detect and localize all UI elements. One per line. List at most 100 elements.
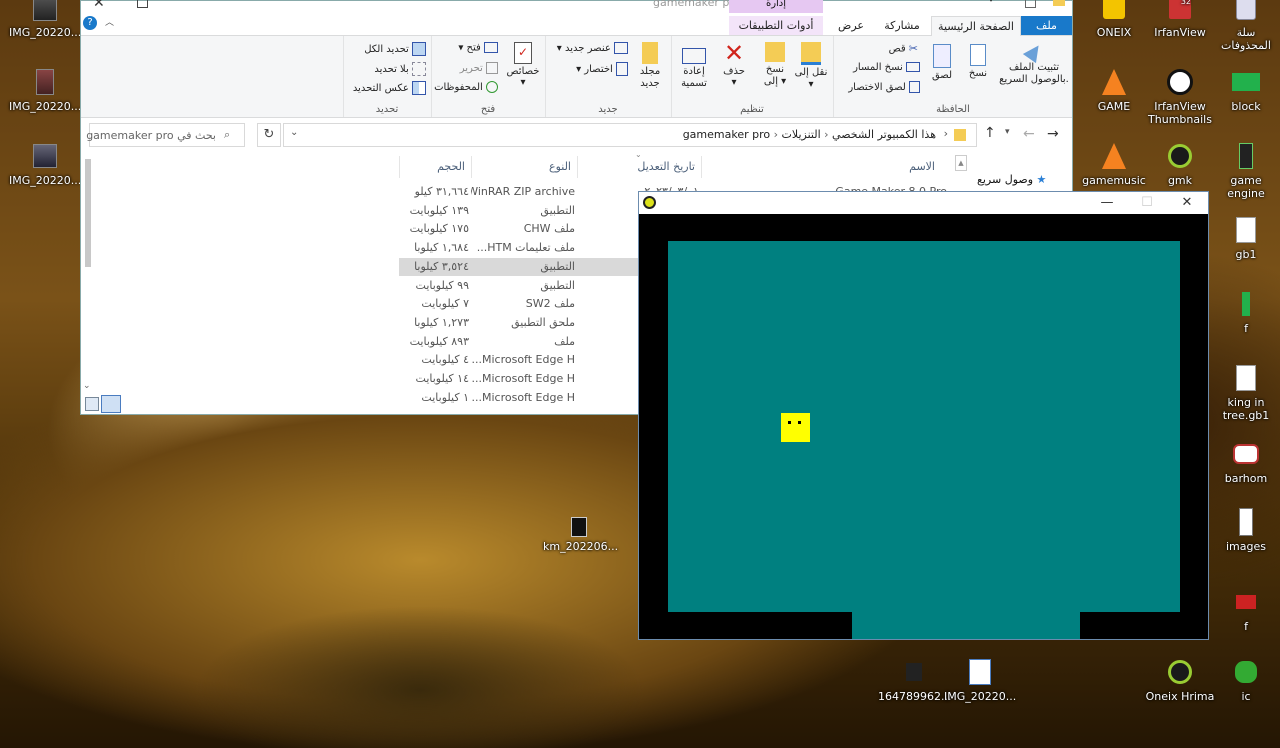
qat-folder-icon[interactable] bbox=[1053, 0, 1065, 6]
qat-properties-icon[interactable] bbox=[1025, 0, 1036, 8]
open-group: ✓ خصائص ▾ فتح ▾ تحرير المحفوظات فتح bbox=[431, 36, 544, 117]
desktop-icon[interactable]: images bbox=[1210, 506, 1280, 553]
column-header-date[interactable]: تاريخ التعديل bbox=[577, 156, 701, 178]
refresh-button[interactable]: ↻ bbox=[257, 123, 281, 147]
desktop-icon[interactable]: IMG_20220... bbox=[9, 140, 81, 187]
desktop-icon[interactable]: f bbox=[1210, 586, 1280, 633]
desktop-icon[interactable]: ONEIX bbox=[1078, 0, 1150, 39]
desktop-icon[interactable]: IMG_20220... bbox=[9, 0, 81, 39]
move-to-button[interactable]: نقل إلى ▾ bbox=[794, 42, 828, 91]
invert-selection-button[interactable]: عكس التحديد bbox=[353, 81, 426, 95]
breadcrumb-item[interactable]: هذا الكمبيوتر الشخصي bbox=[832, 128, 936, 141]
address-dropdown-icon[interactable]: ⌄ bbox=[290, 127, 298, 138]
close-button[interactable]: ✕ bbox=[1167, 192, 1207, 214]
desktop-icon[interactable]: ic bbox=[1210, 656, 1280, 703]
desktop-icon[interactable]: gmk bbox=[1144, 140, 1216, 187]
maximize-button[interactable]: ☐ bbox=[1127, 192, 1167, 214]
column-header-size[interactable]: الحجم bbox=[399, 156, 471, 178]
tab-view[interactable]: عرض bbox=[829, 16, 873, 35]
search-input[interactable]: ⌕ بحث في gamemaker pro bbox=[86, 123, 245, 147]
window-title: gamemaker pro bbox=[653, 0, 741, 9]
breadcrumb-item[interactable]: التنزيلات bbox=[782, 128, 821, 141]
ribbon-collapse-icon[interactable]: ︿ bbox=[105, 15, 114, 28]
preview-scrollbar[interactable] bbox=[85, 159, 91, 267]
copy-button[interactable]: نسخ bbox=[960, 44, 996, 79]
file-type: التطبيق bbox=[540, 259, 575, 273]
desktop-icon[interactable]: سلة المحذوفات bbox=[1210, 0, 1280, 52]
new-item-button[interactable]: عنصر جديد ▾ bbox=[557, 42, 628, 54]
help-icon[interactable]: ? bbox=[83, 16, 97, 30]
desktop-icon[interactable]: km_202206... bbox=[543, 516, 618, 553]
search-icon: ⌕ bbox=[224, 128, 231, 141]
history-button[interactable]: المحفوظات bbox=[434, 81, 498, 93]
paste-button[interactable]: لصق bbox=[924, 44, 960, 81]
desktop-icon[interactable]: block bbox=[1210, 66, 1280, 113]
address-bar[interactable]: › هذا الكمبيوتر الشخصي ‹ التنزيلات ‹ gam… bbox=[283, 123, 977, 147]
engine-icon bbox=[1230, 140, 1262, 172]
select-all-button[interactable]: تحديد الكل bbox=[364, 42, 426, 56]
file-type: WinRAR ZIP archive bbox=[471, 185, 575, 198]
desktop-icon[interactable]: IrfanView Thumbnails bbox=[1144, 66, 1216, 126]
select-none-button[interactable]: بلا تحديد bbox=[374, 62, 426, 76]
file-icon bbox=[1230, 362, 1262, 394]
desktop-icon[interactable]: IMG_20220... bbox=[944, 656, 1016, 703]
forward-arrow-icon[interactable]: ← bbox=[1023, 126, 1035, 142]
desktop-icon[interactable]: 32 IrfanView bbox=[1144, 0, 1216, 39]
minimize-button[interactable]: — bbox=[1087, 192, 1127, 214]
desktop-icon[interactable]: 164789962... bbox=[878, 656, 951, 703]
nav-scroll-up-icon[interactable]: ▲ bbox=[955, 155, 967, 171]
up-arrow-icon[interactable]: ↑ bbox=[984, 125, 996, 141]
scroll-down-icon[interactable]: ⌄ bbox=[83, 381, 91, 391]
file-size: ١,٦٨٤ كيلوبا bbox=[414, 241, 469, 255]
tab-home[interactable]: الصفحة الرئيسية bbox=[931, 16, 1021, 36]
breadcrumb-item[interactable]: gamemaker pro bbox=[683, 128, 770, 141]
open-button[interactable]: فتح ▾ bbox=[458, 42, 498, 54]
file-size: ١٤ كيلوبايت bbox=[415, 372, 469, 385]
vlc-icon bbox=[1098, 66, 1130, 98]
desktop-icon[interactable]: gamemusic bbox=[1078, 140, 1150, 187]
tab-app-tools[interactable]: أدوات التطبيقات bbox=[729, 16, 823, 35]
character-icon bbox=[563, 516, 595, 538]
desktop-icon[interactable]: IMG_20220... bbox=[9, 66, 81, 113]
desktop-icon[interactable]: GAME bbox=[1078, 66, 1150, 113]
tiles-view-button[interactable] bbox=[101, 395, 121, 413]
qat-dropdown-icon[interactable]: ▾ bbox=[989, 0, 993, 4]
copy-path-button[interactable]: نسخ المسار bbox=[853, 62, 920, 73]
nav-item-quick-access[interactable]: ★ وصول سريع bbox=[977, 173, 1046, 186]
pin-quick-access-button[interactable]: تثبيت الملف بالوصول السريع. bbox=[998, 40, 1070, 86]
copy-to-button[interactable]: نسخ إلى ▾ bbox=[758, 42, 792, 88]
recent-dropdown-icon[interactable]: ▾ bbox=[1005, 127, 1010, 137]
easy-access-button[interactable]: اختصار ▾ bbox=[576, 62, 628, 76]
file-size: ١٣٩ كيلوبايت bbox=[409, 203, 469, 217]
details-view-button[interactable] bbox=[85, 397, 99, 411]
column-header-name[interactable]: الاسم bbox=[701, 156, 941, 178]
desktop-icon[interactable]: king in tree.gb1 bbox=[1210, 362, 1280, 422]
scissors-icon: ✂ bbox=[908, 42, 918, 55]
select-group: تحديد الكل بلا تحديد عكس التحديد تحديد bbox=[343, 36, 430, 117]
game-canvas[interactable] bbox=[639, 214, 1208, 639]
delete-button[interactable]: ✕ حذف ▾ bbox=[716, 41, 752, 88]
close-icon[interactable]: ✕ bbox=[93, 0, 105, 11]
desktop-icon[interactable]: gb1 bbox=[1210, 214, 1280, 261]
column-header-type[interactable]: النوع bbox=[471, 156, 577, 178]
tab-share[interactable]: مشاركة bbox=[877, 16, 927, 35]
irfanview-panda-icon bbox=[1164, 66, 1196, 98]
file-type: ملف SW2 bbox=[525, 297, 575, 311]
character-icon bbox=[1230, 438, 1262, 470]
maximize-icon[interactable] bbox=[137, 0, 148, 8]
desktop-icon[interactable]: Oneix Hrima bbox=[1144, 656, 1216, 703]
desktop-icon[interactable]: barhom bbox=[1210, 438, 1280, 485]
edit-button[interactable]: تحرير bbox=[460, 62, 498, 74]
file-size: ١٧٥ كيلوبايت bbox=[409, 222, 469, 236]
properties-button[interactable]: ✓ خصائص ▾ bbox=[504, 42, 542, 88]
cut-button[interactable]: ✂ قص bbox=[889, 42, 918, 55]
recycle-bin-icon bbox=[1230, 0, 1262, 24]
paste-shortcut-button[interactable]: لصق الاختصار bbox=[848, 81, 920, 93]
tab-file[interactable]: ملف bbox=[1021, 16, 1072, 35]
file-size: ٨٩٣ كيلوبايت bbox=[409, 334, 469, 348]
desktop-icon[interactable]: game engine bbox=[1210, 140, 1280, 200]
desktop-icon[interactable]: f bbox=[1210, 288, 1280, 335]
new-folder-button[interactable]: مجلد جديد bbox=[632, 42, 668, 90]
back-arrow-icon[interactable]: → bbox=[1047, 126, 1059, 142]
rename-button[interactable]: إعادة تسمية bbox=[674, 42, 714, 90]
